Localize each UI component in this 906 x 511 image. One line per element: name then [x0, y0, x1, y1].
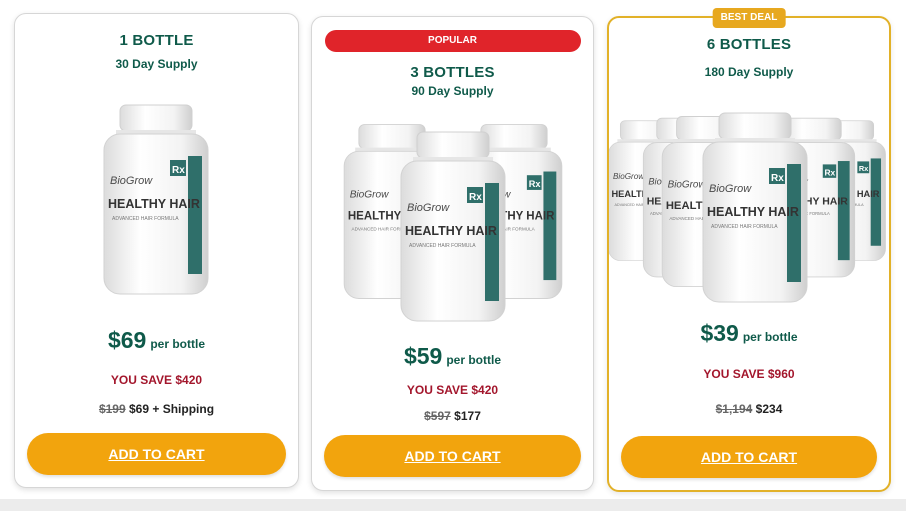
svg-text:BioGrow: BioGrow: [709, 183, 752, 195]
product-image: BioGrow Rx HEALTHY HAIR ADVANCED HAIR FORMU…: [312, 107, 593, 337]
svg-text:BioGrow: BioGrow: [110, 175, 153, 187]
offer-old-total: $1,194: [715, 402, 753, 416]
best-deal-badge: BEST DEAL: [712, 8, 786, 28]
offer-per-unit: per bottle: [150, 337, 206, 351]
add-to-cart-button[interactable]: ADD TO CART: [621, 436, 877, 478]
svg-text:ADVANCED HAIR FORMULA: ADVANCED HAIR FORMULA: [711, 224, 778, 230]
offer-total: $597 $177: [312, 409, 593, 423]
svg-text:ADVANCED HAIR FORMULA: ADVANCED HAIR FORMULA: [112, 216, 179, 222]
offer-total: $199 $69 + Shipping: [15, 402, 298, 416]
offer-per-unit: per bottle: [446, 353, 502, 367]
svg-text:Rx: Rx: [172, 165, 185, 176]
svg-text:BioGrow: BioGrow: [668, 180, 707, 191]
offer-price: $69: [107, 327, 147, 353]
offer-total: $1,194 $234: [609, 402, 889, 416]
offer-new-total: $69 + Shipping: [129, 402, 215, 416]
bottle-front: BioGrow Rx HEALTHY HAIR ADVANCED HAIR FORMU…: [103, 104, 209, 295]
offer-quantity: 1 BOTTLE: [119, 32, 194, 49]
offer-savings: YOU SAVE $420: [110, 373, 203, 387]
offer-savings: YOU SAVE $420: [406, 383, 499, 397]
svg-text:Rx: Rx: [859, 164, 869, 173]
svg-text:HEALTHY HAIR: HEALTHY HAIR: [405, 224, 497, 238]
svg-text:Rx: Rx: [771, 173, 784, 184]
offer-price-row: $39 per bottle: [609, 320, 889, 347]
offer-new-total: $177: [454, 409, 481, 423]
offer-new-total: $234: [755, 402, 783, 416]
svg-text:HEALTHY HAIR: HEALTHY HAIR: [707, 205, 799, 219]
offer-supply: 180 Day Supply: [704, 65, 794, 79]
svg-text:BioGrow: BioGrow: [407, 202, 450, 214]
svg-text:BioGrow: BioGrow: [350, 189, 389, 200]
popular-badge: POPULAR: [324, 30, 581, 52]
page-bottom-strip: [0, 499, 906, 511]
offer-supply: 90 Day Supply: [411, 84, 494, 98]
svg-text:ADVANCED HAIR FORMULA: ADVANCED HAIR FORMULA: [409, 243, 476, 249]
bottle-front: BioGrow Rx HEALTHY HAIR ADVANCED HAIR FORMU…: [400, 131, 506, 322]
svg-text:BioGrow: BioGrow: [613, 172, 645, 181]
offer-supply: 30 Day Supply: [115, 57, 198, 71]
svg-text:Rx: Rx: [469, 192, 482, 203]
svg-text:Rx: Rx: [824, 167, 835, 177]
product-image: BioGrow Rx HEALTHY HAIR ADVANCED HAIR FORMU…: [608, 96, 889, 318]
svg-text:HEALTHY HAIR: HEALTHY HAIR: [108, 197, 200, 211]
offer-savings: YOU SAVE $960: [703, 367, 795, 381]
offer-old-total: $199: [98, 402, 126, 416]
offer-old-total: $597: [424, 409, 451, 423]
offer-quantity: 3 BOTTLES: [410, 64, 495, 81]
svg-text:Rx: Rx: [529, 179, 542, 189]
offer-price-row: $69 per bottle: [15, 327, 298, 354]
add-to-cart-button[interactable]: ADD TO CART: [324, 435, 581, 477]
add-to-cart-button[interactable]: ADD TO CART: [27, 433, 286, 475]
offer-card-1-bottle: 1 BOTTLE 30 Day Supply BioGrow Rx HEALTHY …: [14, 13, 299, 488]
product-image: BioGrow Rx HEALTHY HAIR ADVANCED HAIR FORMU…: [15, 90, 298, 310]
offer-card-6-bottles: BEST DEAL 6 BOTTLES 180 Day Supply BioGr…: [607, 8, 891, 492]
offer-price-row: $59 per bottle: [312, 343, 593, 370]
bottle-front: BioGrow Rx HEALTHY HAIR ADVANCED HAIR FORMU…: [702, 112, 808, 303]
offer-card-3-bottles: POPULAR 3 BOTTLES 90 Day Supply BioGrow R…: [311, 16, 594, 491]
offer-quantity: 6 BOTTLES: [706, 36, 792, 53]
offer-per-unit: per bottle: [742, 330, 798, 344]
offer-price: $39: [700, 320, 739, 346]
offer-price: $59: [403, 343, 443, 369]
